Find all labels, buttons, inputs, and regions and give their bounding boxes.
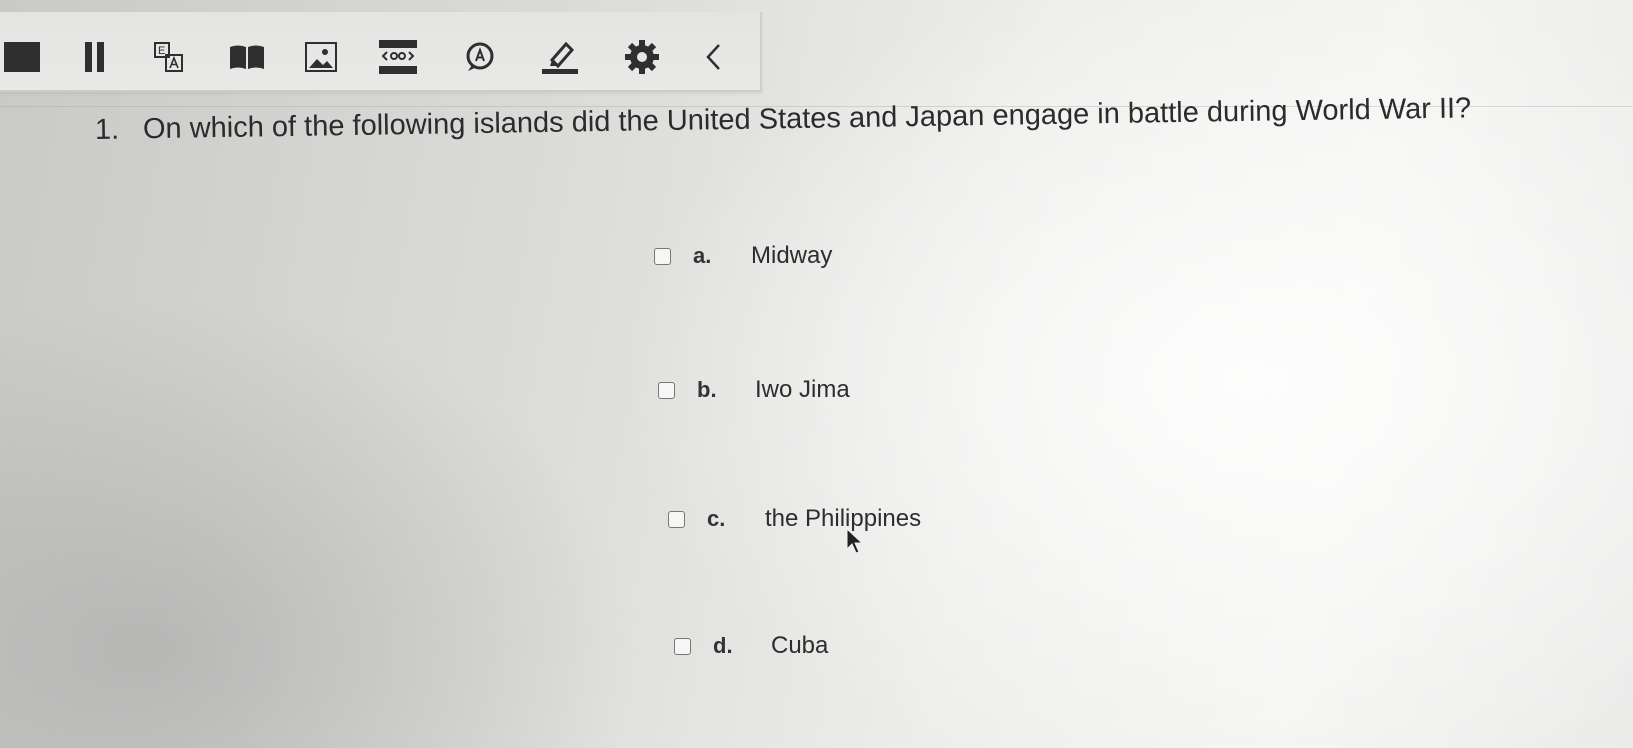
checkbox[interactable]	[654, 247, 671, 265]
stop-icon	[4, 42, 40, 72]
stop-button[interactable]	[2, 42, 42, 72]
checkbox[interactable]	[658, 381, 675, 399]
svg-text:E: E	[158, 45, 165, 57]
question-text: On which of the following islands did th…	[142, 92, 1472, 146]
answer-option-b[interactable]: b. Iwo Jima	[658, 376, 850, 404]
answer-option-a[interactable]: a. Midway	[654, 242, 832, 270]
speech-bubble-icon	[464, 41, 496, 73]
translate-icon: E	[154, 42, 184, 72]
image-button[interactable]	[303, 42, 339, 72]
masking-button[interactable]	[378, 40, 418, 74]
option-letter: a.	[693, 243, 712, 268]
image-icon	[305, 42, 337, 72]
collapse-toolbar-button[interactable]	[700, 42, 726, 72]
option-text: Midway	[751, 242, 833, 269]
answer-option-c[interactable]: c. the Philippines	[668, 505, 921, 533]
highlighter-icon	[542, 40, 578, 74]
highlighter-button[interactable]	[540, 40, 580, 74]
question-prompt: 1. On which of the following islands did …	[95, 90, 1615, 147]
option-text: Cuba	[771, 632, 829, 659]
mouse-pointer-icon	[846, 527, 866, 559]
translate-button[interactable]: E	[152, 42, 186, 72]
option-letter: b.	[697, 377, 717, 402]
masking-icon	[379, 40, 417, 74]
answer-option-d[interactable]: d. Cuba	[674, 632, 828, 660]
book-icon	[229, 44, 265, 70]
question-number: 1.	[94, 113, 120, 146]
toolbar: E	[0, 12, 762, 92]
option-letter: d.	[713, 633, 733, 658]
gear-icon	[624, 39, 660, 75]
option-letter: c.	[707, 506, 726, 531]
settings-button[interactable]	[622, 39, 662, 75]
option-text: the Philippines	[765, 505, 922, 532]
option-text: Iwo Jima	[755, 376, 850, 403]
chevron-left-icon	[704, 43, 722, 71]
checkbox[interactable]	[674, 637, 691, 655]
pause-button[interactable]	[80, 42, 110, 72]
book-button[interactable]	[228, 42, 266, 72]
checkbox[interactable]	[668, 510, 685, 528]
speech-button[interactable]	[462, 42, 498, 72]
pause-icon	[83, 42, 107, 72]
